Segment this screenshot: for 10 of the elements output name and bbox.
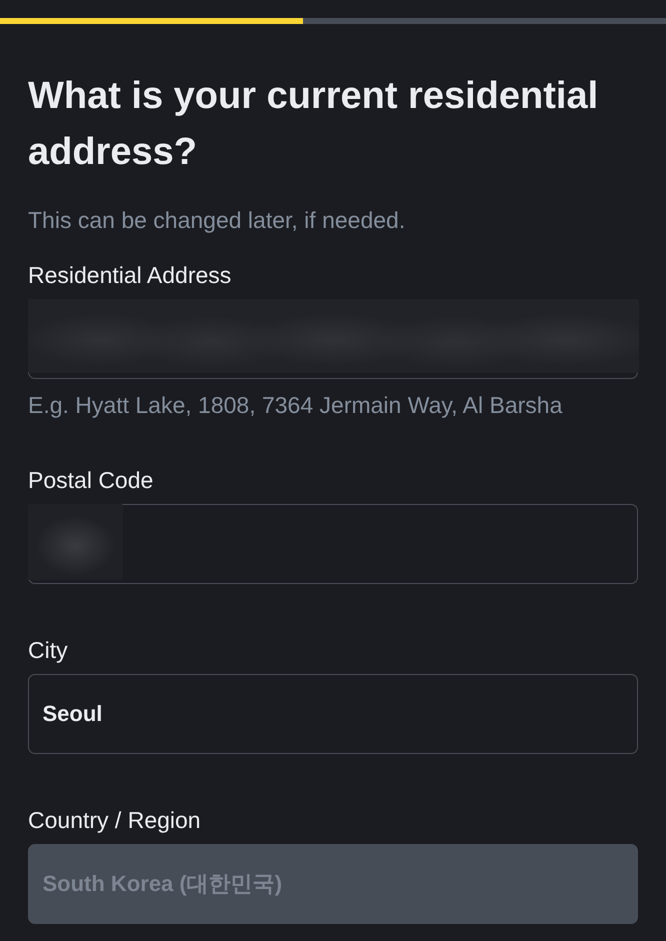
- page-title: What is your current residential address?: [28, 74, 600, 175]
- text-field: South Korea (대한민국): [28, 844, 638, 924]
- field-label: Residential Address: [28, 261, 232, 289]
- field-label: Country / Region: [28, 806, 201, 834]
- text-field[interactable]: [28, 504, 638, 584]
- text-field[interactable]: Seoul: [28, 674, 638, 754]
- field-label: City: [28, 636, 68, 664]
- page-subtitle: This can be changed later, if needed.: [28, 206, 406, 234]
- field-label: Postal Code: [28, 466, 154, 494]
- field-hint: E.g. Hyatt Lake, 1808, 7364 Jermain Way, Al Barsha: [28, 391, 562, 419]
